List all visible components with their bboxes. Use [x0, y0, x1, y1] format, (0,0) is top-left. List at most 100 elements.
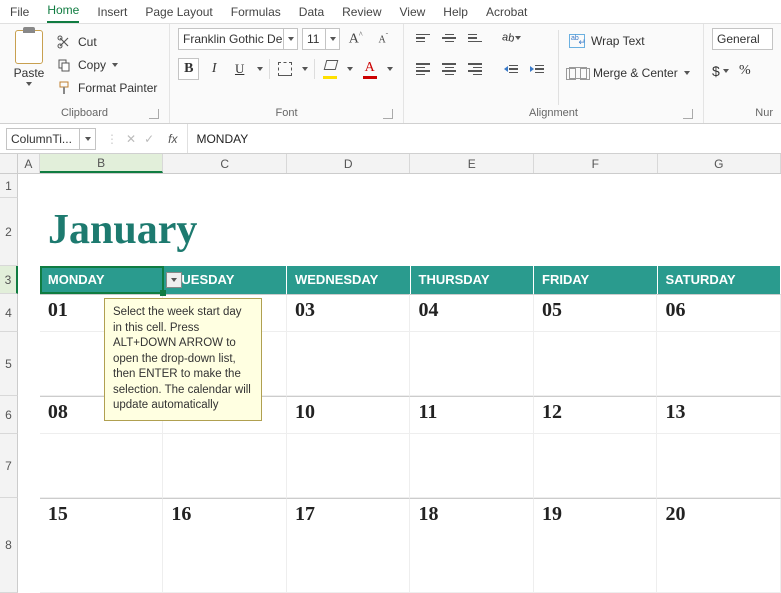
dropdown-handle[interactable]	[166, 272, 182, 288]
cell[interactable]	[410, 434, 534, 498]
row-header-4[interactable]: 4	[0, 294, 18, 332]
tab-file[interactable]: File	[10, 3, 29, 23]
percent-button[interactable]: %	[733, 60, 757, 82]
day-header-wed[interactable]: WEDNESDAY	[287, 266, 411, 294]
date-cell[interactable]: 05	[534, 294, 658, 332]
fill-color-button[interactable]	[319, 58, 340, 80]
row-header-3[interactable]: 3	[0, 266, 18, 294]
date-cell[interactable]: 10	[287, 396, 411, 434]
day-header-fri[interactable]: FRIDAY	[534, 266, 658, 294]
tab-data[interactable]: Data	[299, 3, 324, 23]
align-right-button[interactable]	[464, 59, 486, 79]
date-cell[interactable]: 17	[287, 498, 411, 593]
fill-color-menu[interactable]	[344, 58, 355, 80]
date-cell[interactable]: 12	[534, 396, 658, 434]
dialog-launcher-icon[interactable]	[683, 109, 693, 119]
formula-input[interactable]: MONDAY	[187, 124, 781, 153]
cell[interactable]	[657, 332, 781, 396]
cell[interactable]	[287, 434, 411, 498]
copy-button[interactable]: Copy	[56, 55, 157, 75]
chevron-down-icon[interactable]	[79, 129, 95, 149]
day-header-sat[interactable]: SATURDAY	[658, 266, 781, 294]
align-bottom-button[interactable]	[464, 28, 486, 48]
cell[interactable]	[657, 434, 781, 498]
tab-page-layout[interactable]: Page Layout	[145, 3, 212, 23]
date-cell[interactable]: 06	[657, 294, 781, 332]
underline-menu[interactable]	[254, 58, 265, 80]
date-cell[interactable]: 13	[657, 396, 781, 434]
dialog-launcher-icon[interactable]	[383, 109, 393, 119]
cut-button[interactable]: Cut	[56, 32, 157, 52]
border-button[interactable]	[274, 58, 295, 80]
dialog-launcher-icon[interactable]	[149, 109, 159, 119]
date-cell[interactable]: 11	[410, 396, 534, 434]
cell[interactable]	[287, 332, 411, 396]
align-middle-button[interactable]	[438, 28, 460, 48]
font-size-combo[interactable]: 11	[302, 28, 340, 50]
font-color-button[interactable]: A	[359, 58, 380, 80]
border-menu[interactable]	[299, 58, 310, 80]
tab-help[interactable]: Help	[443, 3, 468, 23]
cell[interactable]	[534, 434, 658, 498]
date-cell[interactable]: 18	[410, 498, 534, 593]
row-header-8[interactable]: 8	[0, 498, 18, 593]
select-all-corner[interactable]	[0, 154, 18, 173]
align-top-button[interactable]	[412, 28, 434, 48]
col-header-f[interactable]: F	[534, 154, 658, 173]
paste-button[interactable]: Paste	[8, 28, 50, 107]
number-format-combo[interactable]: General	[712, 28, 773, 50]
decrease-indent-button[interactable]	[500, 59, 522, 79]
chevron-down-icon[interactable]	[283, 29, 297, 49]
align-center-button[interactable]	[438, 59, 460, 79]
underline-button[interactable]: U	[229, 58, 250, 80]
date-cell[interactable]: 19	[534, 498, 658, 593]
orientation-button[interactable]: ab	[500, 28, 522, 48]
tab-insert[interactable]: Insert	[97, 3, 127, 23]
increase-font-button[interactable]: A^	[344, 28, 368, 50]
tab-formulas[interactable]: Formulas	[231, 3, 281, 23]
col-header-c[interactable]: C	[163, 154, 287, 173]
cancel-icon[interactable]: ✕	[126, 132, 136, 146]
accounting-format-button[interactable]: $	[712, 63, 729, 79]
day-header-mon[interactable]: MONDAY	[40, 266, 164, 294]
date-cell[interactable]: 03	[287, 294, 411, 332]
cell[interactable]	[40, 434, 164, 498]
fx-icon[interactable]: fx	[162, 132, 183, 146]
enter-icon[interactable]: ✓	[144, 132, 154, 146]
col-header-g[interactable]: G	[658, 154, 781, 173]
tab-view[interactable]: View	[400, 3, 426, 23]
tab-review[interactable]: Review	[342, 3, 381, 23]
merge-center-button[interactable]: Merge & Center	[569, 62, 690, 84]
chevron-down-icon[interactable]	[26, 82, 32, 86]
col-header-d[interactable]: D	[287, 154, 411, 173]
font-name-combo[interactable]: Franklin Gothic Dem	[178, 28, 298, 50]
col-header-e[interactable]: E	[410, 154, 534, 173]
date-cell[interactable]: 16	[163, 498, 287, 593]
day-header-thu[interactable]: THURSDAY	[411, 266, 535, 294]
row-header-6[interactable]: 6	[0, 396, 18, 434]
cell[interactable]	[410, 332, 534, 396]
row-header-5[interactable]: 5	[0, 332, 18, 396]
row-header-1[interactable]: 1	[0, 174, 18, 198]
wrap-text-button[interactable]: ab↵ Wrap Text	[569, 30, 690, 52]
chevron-down-icon[interactable]	[112, 63, 118, 67]
date-cell[interactable]: 15	[40, 498, 164, 593]
date-cell[interactable]: 04	[410, 294, 534, 332]
tab-acrobat[interactable]: Acrobat	[486, 3, 527, 23]
name-box[interactable]: ColumnTi...	[6, 128, 96, 150]
cell[interactable]	[163, 434, 287, 498]
font-color-menu[interactable]	[384, 58, 395, 80]
col-header-b[interactable]: B	[40, 154, 164, 173]
cell[interactable]	[534, 332, 658, 396]
col-header-a[interactable]: A	[18, 154, 40, 173]
italic-button[interactable]: I	[203, 58, 224, 80]
decrease-font-button[interactable]: Aˇ	[372, 28, 396, 50]
row-header-2[interactable]: 2	[0, 198, 18, 266]
align-left-button[interactable]	[412, 59, 434, 79]
tab-home[interactable]: Home	[47, 1, 79, 23]
increase-indent-button[interactable]	[526, 59, 548, 79]
bold-button[interactable]: B	[178, 58, 199, 80]
row-header-7[interactable]: 7	[0, 434, 18, 498]
date-cell[interactable]: 20	[657, 498, 781, 593]
format-painter-button[interactable]: Format Painter	[56, 78, 157, 98]
